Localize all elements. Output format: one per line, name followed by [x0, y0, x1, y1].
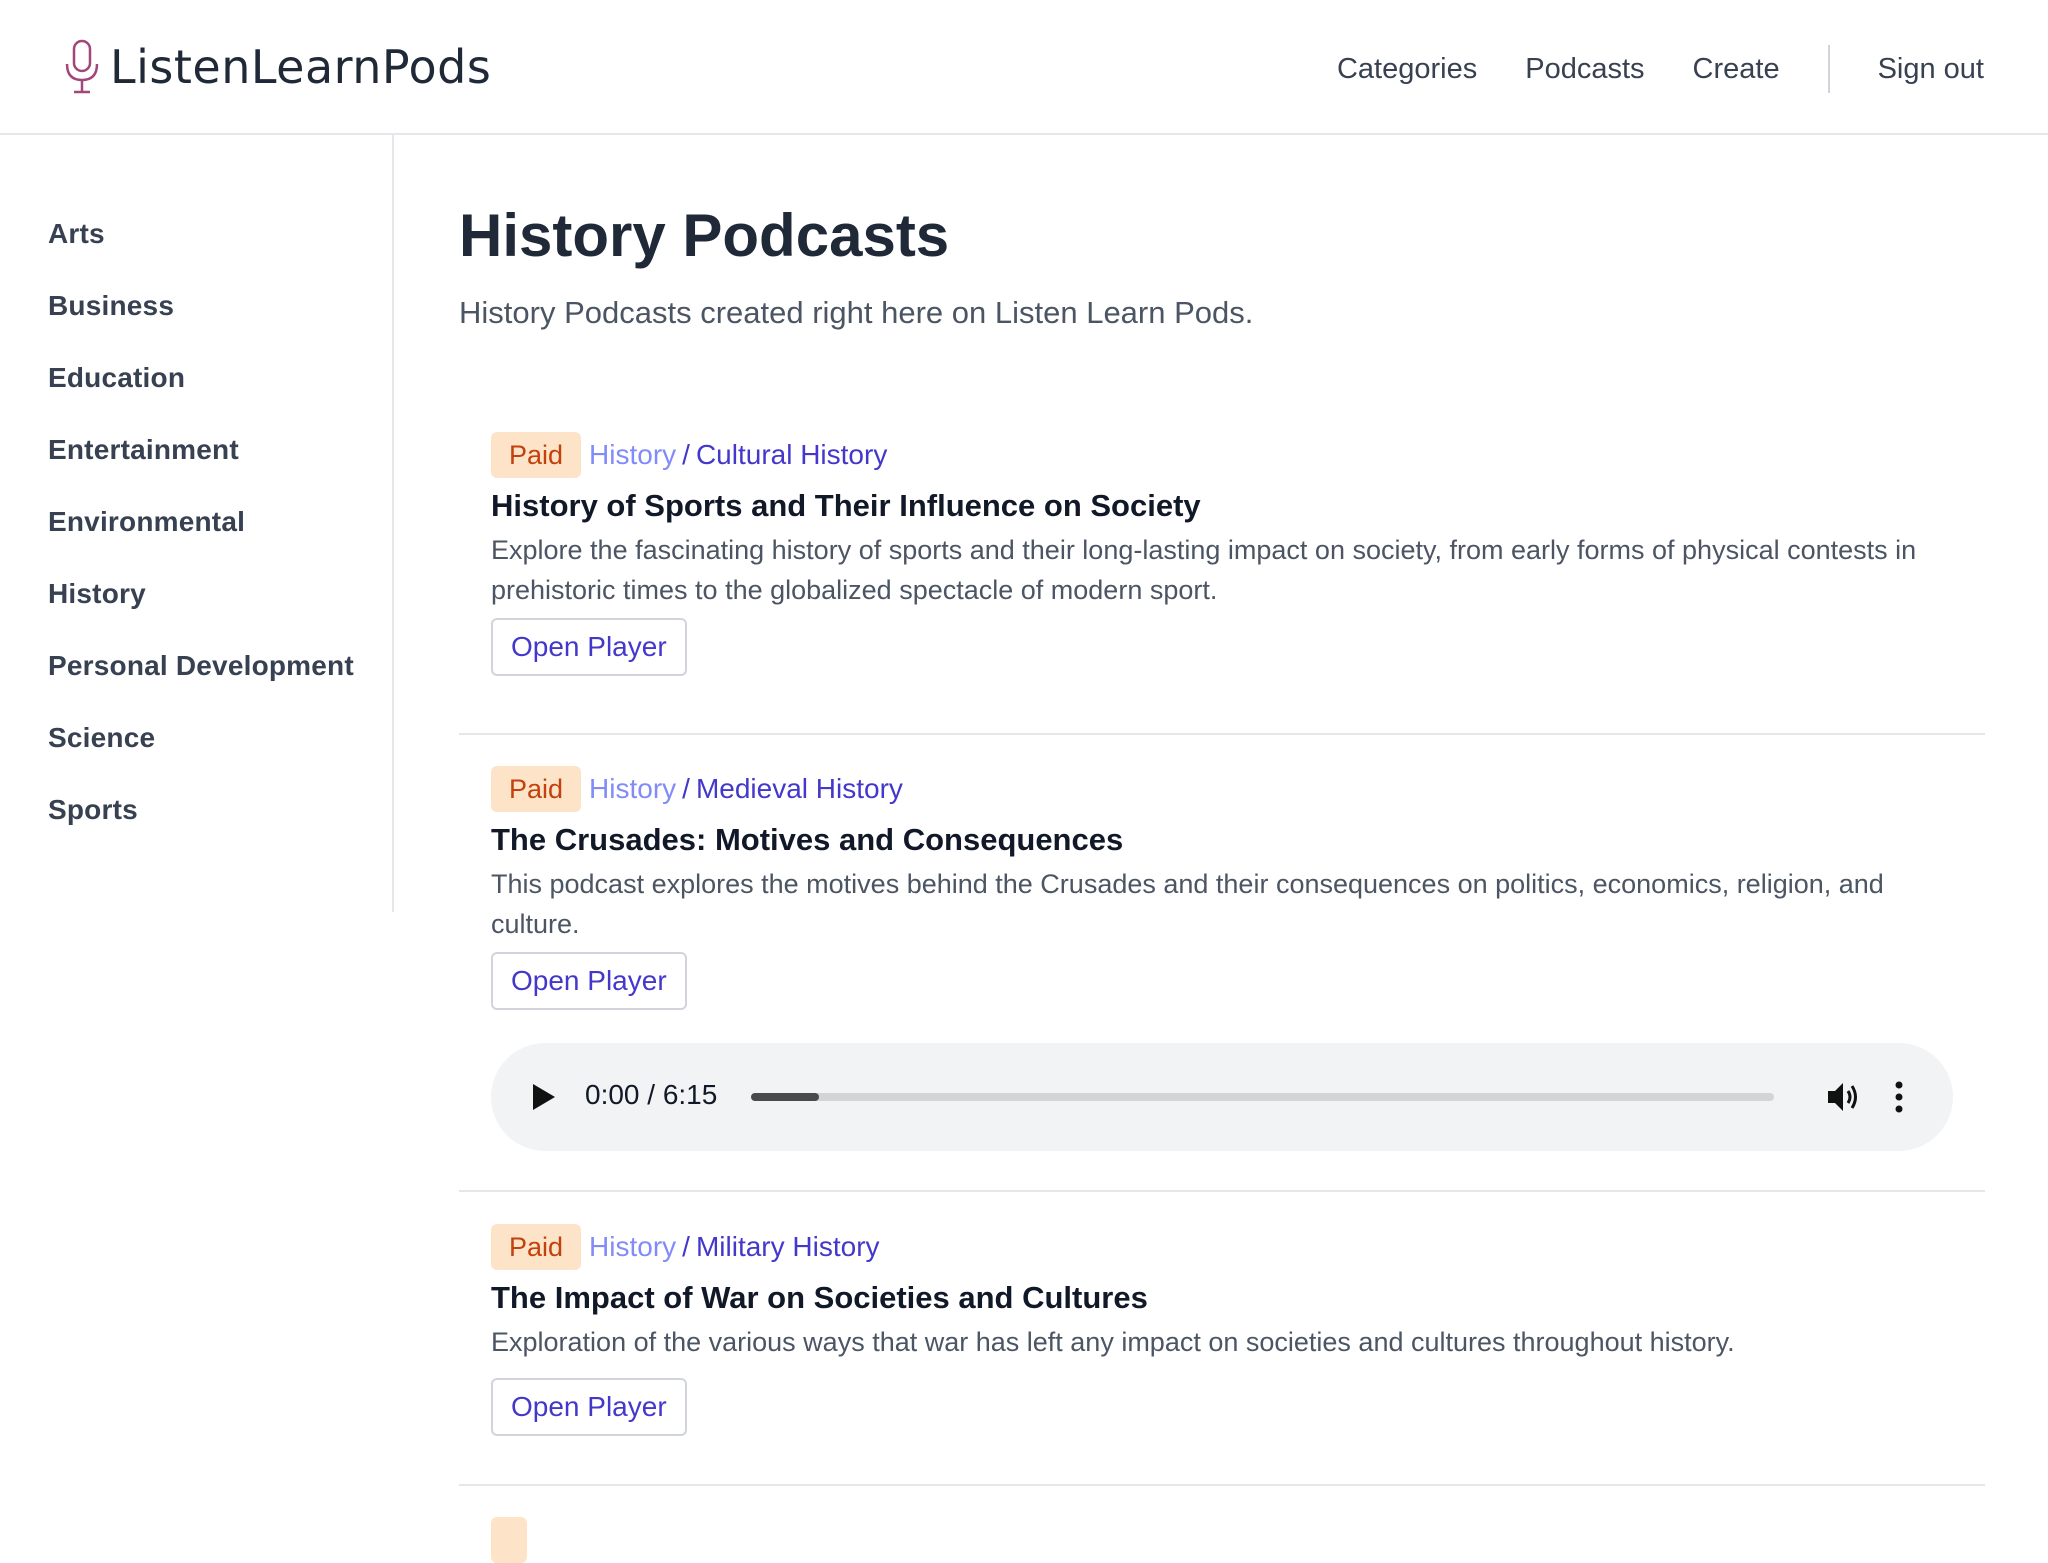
sidebar-item-education[interactable]: Education: [48, 362, 185, 394]
open-player-button[interactable]: Open Player: [491, 1378, 687, 1436]
subcategory-link[interactable]: Military History: [696, 1231, 880, 1263]
nav-create[interactable]: Create: [1693, 53, 1780, 86]
nav-podcasts[interactable]: Podcasts: [1525, 53, 1644, 86]
sidebar-item-personal-development[interactable]: Personal Development: [48, 650, 354, 682]
podcast-description: This podcast explores the motives behind…: [491, 869, 1884, 939]
subcategory-link[interactable]: Medieval History: [696, 773, 903, 805]
category-sidebar: Arts Business Education Entertainment En…: [0, 135, 394, 912]
top-nav: Categories Podcasts Create Sign out: [1337, 44, 1984, 94]
card-divider: [459, 1484, 1985, 1486]
audio-player: 0:00 / 6:15: [491, 1043, 1953, 1151]
sign-out-link[interactable]: Sign out: [1878, 53, 1984, 86]
card-meta: Paid History / Military History: [491, 1224, 880, 1270]
volume-icon[interactable]: [1825, 1079, 1861, 1115]
category-link[interactable]: History: [589, 439, 676, 471]
category-link[interactable]: History: [589, 773, 676, 805]
brand[interactable]: ListenLearnPods: [62, 38, 491, 96]
card-meta: Paid History / Medieval History: [491, 766, 903, 812]
podcast-description: Exploration of the various ways that war…: [491, 1327, 1735, 1357]
page-description: History Podcasts created right here on L…: [459, 295, 1254, 330]
podcast-title[interactable]: The Impact of War on Societies and Cultu…: [491, 1280, 1148, 1316]
time-display: 0:00 / 6:15: [585, 1079, 718, 1110]
paid-badge: ​: [491, 1517, 527, 1563]
progress-fill: [751, 1093, 819, 1101]
paid-badge: Paid: [491, 432, 582, 478]
sidebar-item-business[interactable]: Business: [48, 290, 174, 322]
card-meta: ​: [491, 1517, 535, 1563]
breadcrumb-separator: /: [682, 1231, 690, 1262]
card-divider: [459, 733, 1985, 735]
card-divider: [459, 1190, 1985, 1192]
category-link[interactable]: History: [589, 1231, 676, 1263]
nav-divider: [1827, 45, 1830, 93]
brand-name: ListenLearnPods: [110, 40, 492, 94]
more-options-icon[interactable]: [1889, 1079, 1909, 1115]
play-icon[interactable]: [529, 1081, 559, 1113]
podcast-title[interactable]: The Crusades: Motives and Consequences: [491, 822, 1123, 858]
subcategory-link[interactable]: Cultural History: [696, 439, 887, 471]
nav-categories[interactable]: Categories: [1337, 53, 1477, 86]
open-player-button[interactable]: Open Player: [491, 618, 687, 676]
podcast-title[interactable]: History of Sports and Their Influence on…: [491, 488, 1201, 524]
breadcrumb-separator: /: [682, 773, 690, 804]
podcast-description: Explore the fascinating history of sport…: [491, 535, 1917, 605]
page-title: History Podcasts: [459, 202, 950, 269]
breadcrumb-separator: /: [682, 439, 690, 470]
paid-badge: Paid: [491, 1224, 582, 1270]
microphone-icon: [65, 39, 99, 94]
progress-track[interactable]: [751, 1093, 1774, 1101]
paid-badge: Paid: [491, 766, 582, 812]
sidebar-item-sports[interactable]: Sports: [48, 794, 138, 826]
open-player-button[interactable]: Open Player: [491, 952, 687, 1010]
sidebar-item-environmental[interactable]: Environmental: [48, 506, 245, 538]
card-meta: Paid History / Cultural History: [491, 432, 887, 478]
sidebar-item-arts[interactable]: Arts: [48, 218, 105, 250]
site-header: ListenLearnPods Categories Podcasts Crea…: [0, 0, 2048, 135]
sidebar-item-history[interactable]: History: [48, 578, 146, 610]
sidebar-item-entertainment[interactable]: Entertainment: [48, 434, 239, 466]
sidebar-item-science[interactable]: Science: [48, 722, 155, 754]
